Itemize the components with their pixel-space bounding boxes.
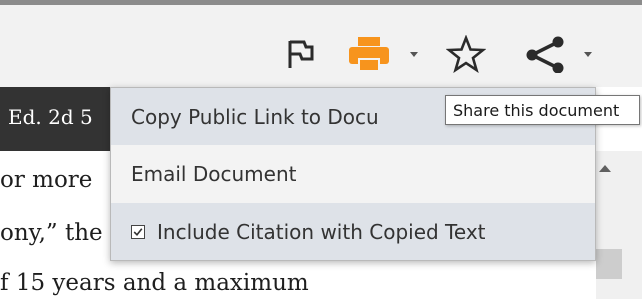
share-icon[interactable] [522,35,570,73]
scroll-up-arrow-icon[interactable] [599,165,611,172]
menu-item-label: Include Citation with Copied Text [157,219,486,244]
document-citation-text: Ed. 2d 5 [8,105,93,129]
menu-item-label: Email Document [131,162,297,186]
print-dropdown-chevron-icon[interactable] [410,52,418,57]
print-icon[interactable] [346,35,394,73]
document-text-line: f 15 years and a maximum [0,270,309,296]
document-toolbar [0,5,642,87]
menu-item-include-citation[interactable]: Include Citation with Copied Text [111,203,595,260]
flag-icon[interactable] [286,38,314,70]
menu-item-email-document[interactable]: Email Document [111,145,595,203]
share-tooltip: Share this document [445,95,640,125]
include-citation-checkbox[interactable] [131,224,145,239]
document-text-line: or more [0,167,93,193]
checkmark-icon [133,227,143,236]
star-icon[interactable] [446,35,486,73]
share-dropdown-chevron-icon[interactable] [584,52,592,57]
scrollbar-thumb[interactable] [596,249,622,279]
menu-item-label: Copy Public Link to Docu [131,104,379,129]
document-text-line: ony,” the [0,220,103,246]
document-scrollbar[interactable] [596,151,642,299]
